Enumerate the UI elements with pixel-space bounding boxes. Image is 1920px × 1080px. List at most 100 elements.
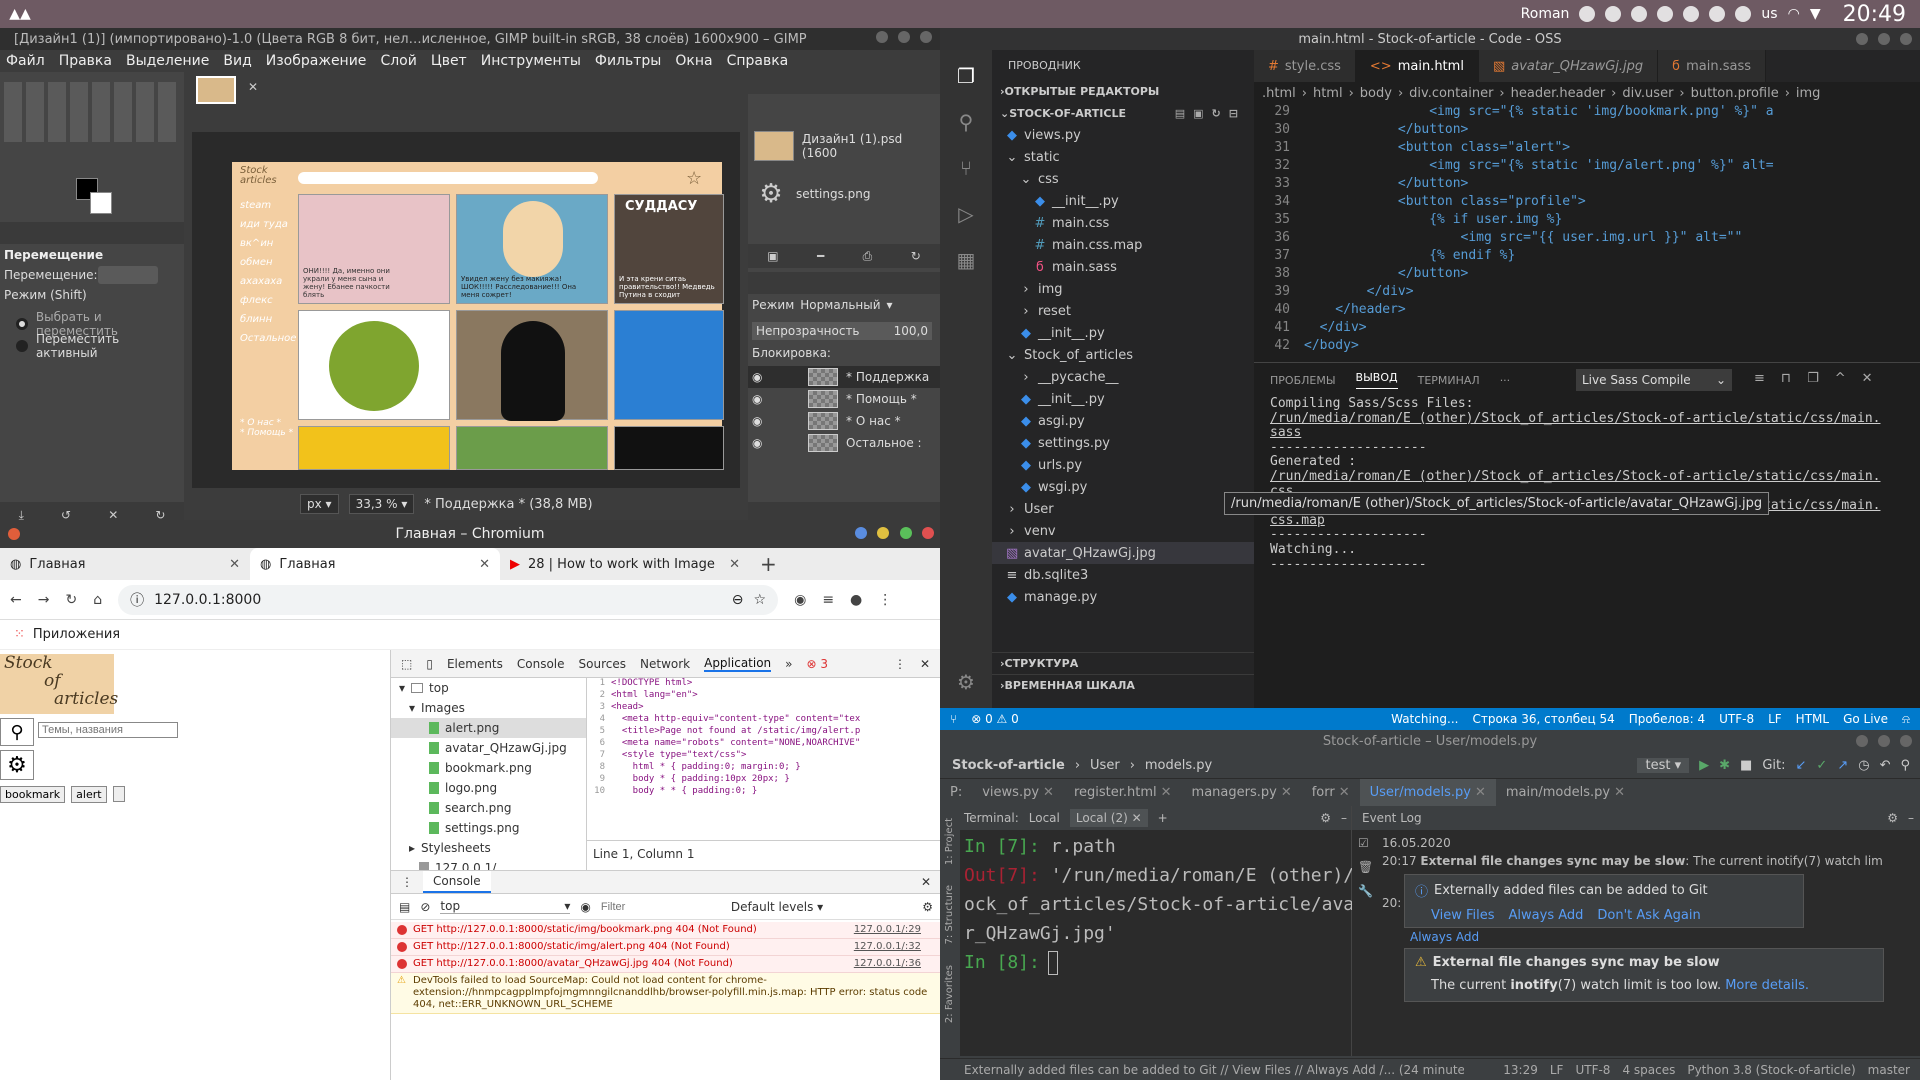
close-tab-icon[interactable]: ✕ <box>729 557 740 572</box>
unit-select[interactable]: px ▾ <box>300 494 339 514</box>
git-commit-icon[interactable]: ✓ <box>1816 758 1827 773</box>
close-button[interactable] <box>1900 735 1912 747</box>
tree-item[interactable]: ◆ manage.py <box>992 586 1254 608</box>
keyboard-layout[interactable]: us <box>1761 6 1777 22</box>
bookmark-apps[interactable]: Приложения <box>33 627 120 642</box>
image-file[interactable]: alert.png <box>391 718 586 738</box>
status-item[interactable]: Python 3.8 (Stock-of-article) <box>1687 1063 1855 1077</box>
minimize-button[interactable] <box>875 31 888 43</box>
search-input[interactable] <box>38 722 178 738</box>
breadcrumb-item[interactable]: header.header <box>1511 86 1606 101</box>
close-button[interactable] <box>922 527 934 539</box>
menu-item[interactable]: Слой <box>380 53 416 69</box>
info-icon[interactable]: ⓘ <box>130 590 144 610</box>
extensions-icon[interactable]: ▦ <box>957 248 976 272</box>
user-name[interactable]: Roman <box>1521 6 1570 22</box>
debug-icon[interactable]: ✱ <box>1719 758 1730 773</box>
new-terminal-icon[interactable]: + <box>1158 811 1168 825</box>
code-editor[interactable]: 29 <img src="{% static 'img/bookmark.png… <box>1254 104 1920 362</box>
timeline-section[interactable]: › ВРЕМЕННАЯ ШКАЛА <box>992 674 1254 696</box>
editor-tab[interactable]: <> main.html <box>1355 50 1479 82</box>
extension-icon[interactable]: ◉ <box>794 592 806 608</box>
editor-tab[interactable]: User/models.py ✕ <box>1359 778 1496 807</box>
editor-tab[interactable]: managers.py ✕ <box>1182 779 1302 807</box>
terminal-output[interactable]: In [7]: r.path Out[7]: '/run/media/roman/… <box>960 830 1376 979</box>
side-tool-tab[interactable]: 2: Favorites <box>944 965 955 1023</box>
tree-item[interactable]: › venv <box>992 520 1254 542</box>
clear-output-icon[interactable]: ≡ <box>1754 371 1765 386</box>
gear-icon[interactable]: ⚙ <box>1320 811 1331 825</box>
images-folder[interactable]: ▾ Images <box>391 698 586 718</box>
layer-row[interactable]: ◉ * Поддержка <box>748 366 940 388</box>
more-tabs-icon[interactable]: » <box>785 657 792 671</box>
eye-icon[interactable]: ◉ <box>752 436 770 450</box>
tree-item[interactable]: ◆ views.py <box>992 124 1254 146</box>
move-type-toggle[interactable] <box>98 266 158 284</box>
image-file[interactable]: search.png <box>391 798 586 818</box>
menu-item[interactable]: Правка <box>59 53 112 69</box>
tab-youtube[interactable]: ▶ 28 | How to work with Image ✕ <box>500 548 750 580</box>
tree-item[interactable]: ◆ __init__.py <box>992 190 1254 212</box>
breadcrumb-item[interactable]: img <box>1796 86 1821 101</box>
device-icon[interactable]: ▯ <box>426 657 433 671</box>
trash-icon[interactable]: 🗑 <box>1358 860 1373 874</box>
language-mode[interactable]: HTML <box>1796 712 1829 726</box>
editor-tab[interactable]: ▧ avatar_QHzawGj.jpg <box>1478 50 1659 82</box>
profile-icon[interactable]: ● <box>850 592 862 608</box>
tree-item[interactable]: # main.css <box>992 212 1254 234</box>
close-button[interactable] <box>1900 33 1912 45</box>
hide-icon[interactable]: – <box>1908 811 1914 825</box>
link-icon[interactable] <box>1657 6 1674 22</box>
eye-icon[interactable]: ◉ <box>752 414 770 428</box>
radio-move-active[interactable]: Переместить активный <box>16 332 184 360</box>
image-file[interactable]: avatar_QHzawGj.jpg <box>391 738 586 758</box>
back-icon[interactable]: ← <box>10 592 22 608</box>
error-count[interactable]: ⊗ 3 <box>807 657 829 671</box>
devtools-tab-console[interactable]: Console <box>517 657 565 671</box>
breadcrumb-item[interactable]: body <box>1360 86 1392 101</box>
remote-icon[interactable]: ⑂ <box>950 712 957 726</box>
git-update-icon[interactable]: ↙ <box>1796 758 1807 773</box>
canvas-area[interactable]: Stock articles ☆ steam иди туда вк^ин обмен а… <box>192 132 740 488</box>
close-tab-icon[interactable]: ✕ <box>1614 785 1625 800</box>
explorer-icon[interactable]: ❐ <box>957 64 975 88</box>
settings-icon[interactable]: 🔧 <box>1358 884 1373 898</box>
tree-item[interactable]: › img <box>992 278 1254 300</box>
go-live[interactable]: Go Live <box>1843 712 1888 726</box>
volume-icon[interactable] <box>1735 6 1752 22</box>
media-icon[interactable]: ≡ <box>822 592 834 608</box>
image-list-item[interactable]: Дизайн1 (1).psd (1600 <box>754 124 934 168</box>
image-file[interactable]: logo.png <box>391 778 586 798</box>
layers-tabs[interactable] <box>748 272 940 294</box>
stop-icon[interactable]: ■ <box>1740 758 1752 773</box>
encoding[interactable]: UTF-8 <box>1719 712 1754 726</box>
alert-button[interactable]: alert <box>71 786 107 803</box>
maximize-button[interactable] <box>897 31 910 43</box>
layer-row[interactable]: ◉ * Помощь * <box>748 388 940 410</box>
status-item[interactable]: master <box>1868 1063 1910 1077</box>
editor-tab[interactable]: register.html ✕ <box>1064 779 1182 807</box>
editor-tab[interactable]: main/models.py ✕ <box>1496 779 1635 807</box>
notification-icon[interactable] <box>1579 6 1596 22</box>
tree-item[interactable]: › reset <box>992 300 1254 322</box>
status-item[interactable]: UTF-8 <box>1575 1063 1610 1077</box>
drawer-menu-icon[interactable]: ⋮ <box>401 875 413 889</box>
search-button[interactable]: ⚲ <box>0 718 34 746</box>
close-tab-icon[interactable]: ✕ <box>1339 785 1350 800</box>
status-item[interactable]: 4 spaces <box>1622 1063 1675 1077</box>
history-icon[interactable]: ◷ <box>1858 758 1869 773</box>
eye-icon[interactable]: ◉ <box>580 900 590 914</box>
close-tab-icon[interactable]: ✕ <box>1281 785 1292 800</box>
tree-item[interactable]: ◆ wsgi.py <box>992 476 1254 498</box>
always-add-link[interactable]: Always Add <box>1509 908 1584 923</box>
console-tab[interactable]: Console <box>423 871 491 893</box>
opacity-slider[interactable]: Непрозрачность 100,0 <box>752 322 932 340</box>
background-color[interactable] <box>90 192 112 214</box>
tree-item[interactable]: ⌄ static <box>992 146 1254 168</box>
search-icon[interactable]: ⚲ <box>959 110 974 134</box>
maximize-button[interactable] <box>1877 735 1890 747</box>
terminal-tab-local[interactable]: Local <box>1029 811 1060 825</box>
editor-tab[interactable]: # style.css <box>1254 50 1356 82</box>
reload-icon[interactable]: ↻ <box>65 592 77 608</box>
site-logo[interactable]: Stock of articles <box>0 654 118 714</box>
